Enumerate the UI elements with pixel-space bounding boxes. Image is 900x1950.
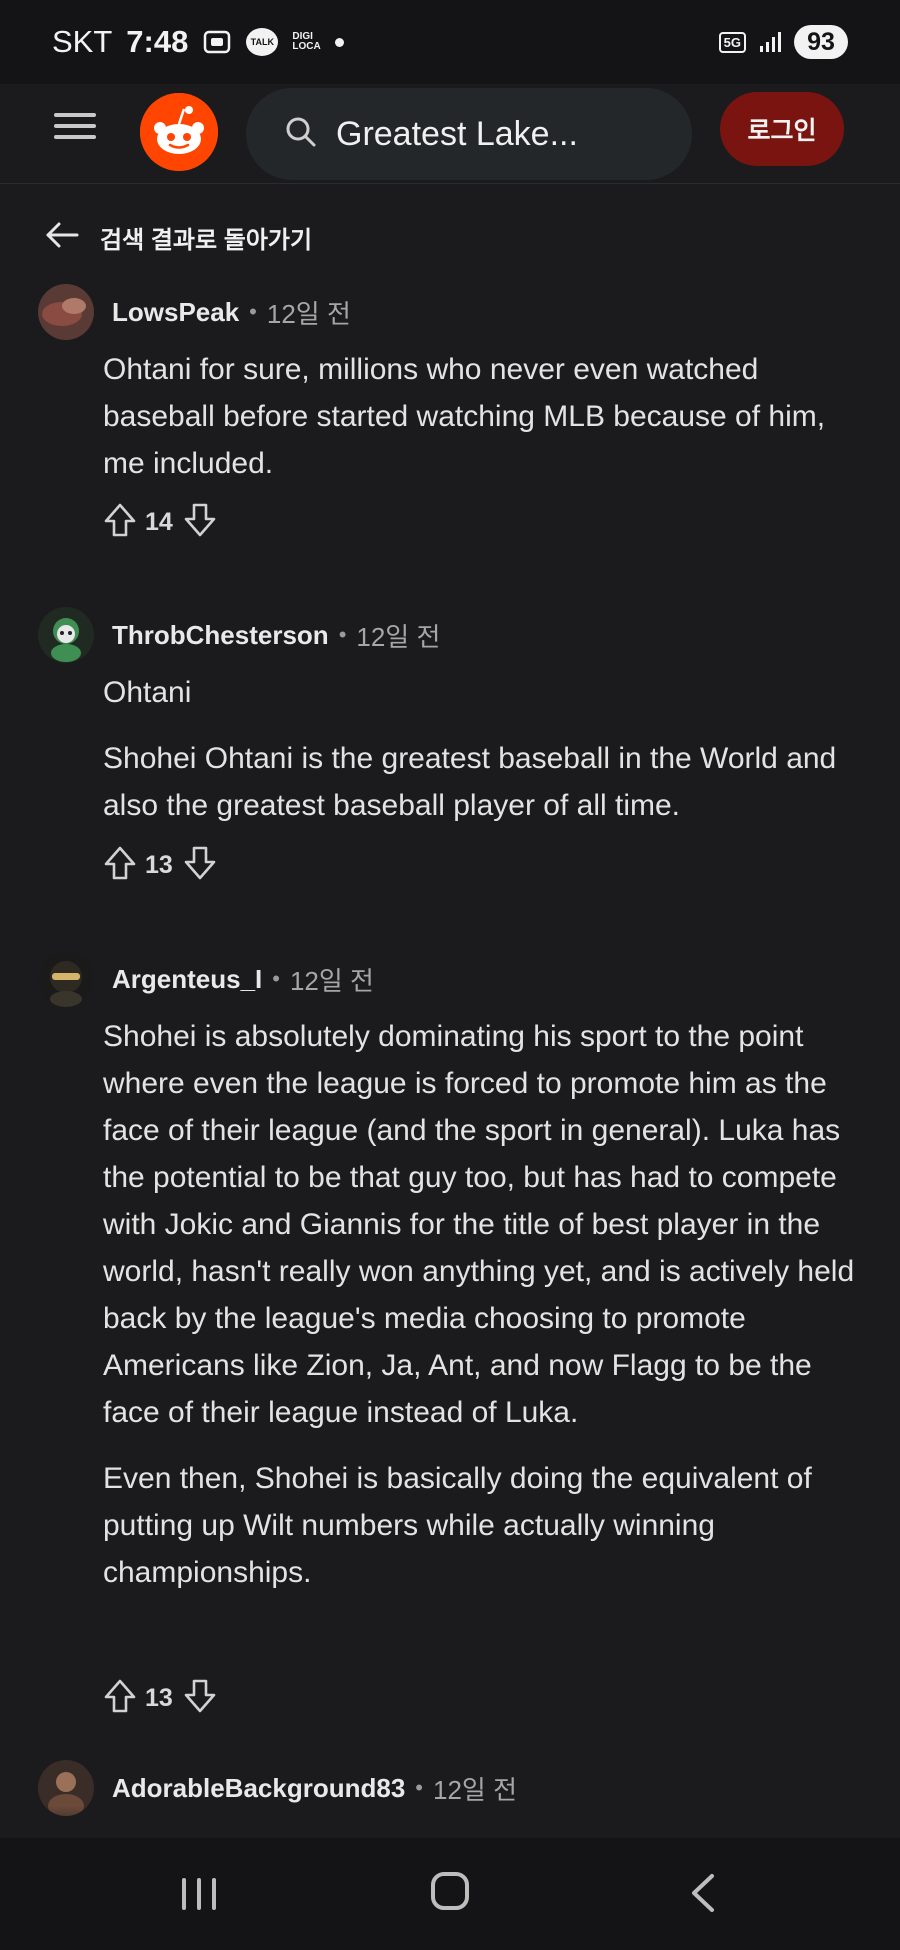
comment-paragraph: Shohei is absolutely dominating his spor… — [103, 1020, 855, 1429]
vote-bar: 13 — [103, 843, 217, 887]
comment-header: ThrobChesterson • 12일 전 — [38, 605, 440, 665]
comment-paragraph: Ohtani — [103, 676, 192, 709]
avatar[interactable] — [38, 951, 94, 1007]
signal-icon — [758, 30, 782, 54]
system-nav-bar — [0, 1838, 900, 1950]
carrier-label: SKT — [52, 24, 113, 59]
comment-time: 12일 전 — [356, 621, 441, 652]
comment-author[interactable]: Argenteus_I — [112, 964, 262, 995]
notification-dot-icon — [334, 37, 344, 47]
comment-header: Argenteus_I • 12일 전 — [38, 949, 374, 1009]
comment-body: Ohtani for sure, millions who never even… — [103, 346, 863, 487]
app-header: Greatest Lake... 로그인 — [0, 84, 900, 184]
comment-time: 12일 전 — [289, 965, 374, 996]
downvote-icon[interactable] — [183, 502, 217, 543]
status-bar: SKT 7:48 TALK DIGI LOCA 5G 93 — [0, 0, 900, 84]
recents-icon[interactable] — [178, 1874, 220, 1914]
back-arrow-icon[interactable] — [44, 219, 80, 256]
reddit-logo[interactable] — [140, 93, 218, 171]
avatar[interactable] — [38, 607, 94, 663]
avatar[interactable] — [38, 284, 94, 340]
comment-author[interactable]: LowsPeak — [112, 297, 239, 328]
scroll-fade — [0, 1806, 900, 1838]
vote-count: 13 — [145, 1683, 173, 1712]
search-query[interactable]: Greatest Lake... — [336, 115, 578, 154]
vote-count: 13 — [145, 850, 173, 879]
downvote-icon[interactable] — [183, 845, 217, 886]
back-to-results-link[interactable]: 검색 결과로 돌아가기 — [44, 212, 312, 262]
upvote-icon[interactable] — [103, 502, 137, 543]
comment-time: 12일 전 — [266, 298, 351, 329]
back-label[interactable]: 검색 결과로 돌아가기 — [100, 220, 312, 255]
vote-bar: 13 — [103, 1676, 217, 1720]
screenshot-icon — [202, 28, 232, 56]
vote-bar: 14 — [103, 500, 217, 544]
comment-time: 12일 전 — [433, 1774, 517, 1805]
comment-header: LowsPeak • 12일 전 — [38, 282, 351, 342]
network-5g-icon: 5G — [718, 31, 746, 53]
home-icon[interactable] — [431, 1872, 469, 1910]
separator-dot: • — [249, 299, 257, 324]
separator-dot: • — [272, 966, 280, 991]
comment-author[interactable]: AdorableBackground83 — [112, 1773, 405, 1804]
comment-body: Shohei is absolutely dominating his spor… — [103, 1013, 863, 1596]
status-right: 5G 93 — [718, 25, 848, 59]
screen: SKT 7:48 TALK DIGI LOCA 5G 93 Greatest L… — [0, 0, 900, 1950]
vote-count: 14 — [145, 507, 173, 536]
separator-dot: • — [338, 622, 347, 647]
clock: 7:48 — [126, 24, 189, 59]
search-bar[interactable]: Greatest Lake... — [246, 88, 692, 180]
menu-icon[interactable] — [54, 106, 96, 146]
digi-line2: LOCA — [292, 41, 321, 52]
comment-author[interactable]: ThrobChesterson — [112, 620, 329, 651]
upvote-icon[interactable] — [103, 1678, 137, 1719]
comment-paragraph: Even then, Shohei is basically doing the… — [103, 1462, 812, 1589]
upvote-icon[interactable] — [103, 845, 137, 886]
nav-back-icon[interactable] — [688, 1872, 718, 1919]
comment-paragraph: Shohei Ohtani is the greatest baseball i… — [103, 742, 837, 822]
battery-icon: 93 — [794, 25, 848, 59]
comment-body: Ohtani Shohei Ohtani is the greatest bas… — [103, 669, 863, 829]
separator-dot: • — [415, 1775, 423, 1800]
kakaotalk-icon: TALK — [246, 28, 279, 56]
digiloca-icon: DIGI LOCA — [292, 32, 320, 52]
status-left: SKT 7:48 TALK DIGI LOCA — [52, 24, 344, 60]
comment-paragraph: Ohtani for sure, millions who never even… — [103, 353, 826, 480]
downvote-icon[interactable] — [183, 1678, 217, 1719]
login-button[interactable]: 로그인 — [720, 92, 844, 166]
search-icon — [284, 115, 318, 154]
